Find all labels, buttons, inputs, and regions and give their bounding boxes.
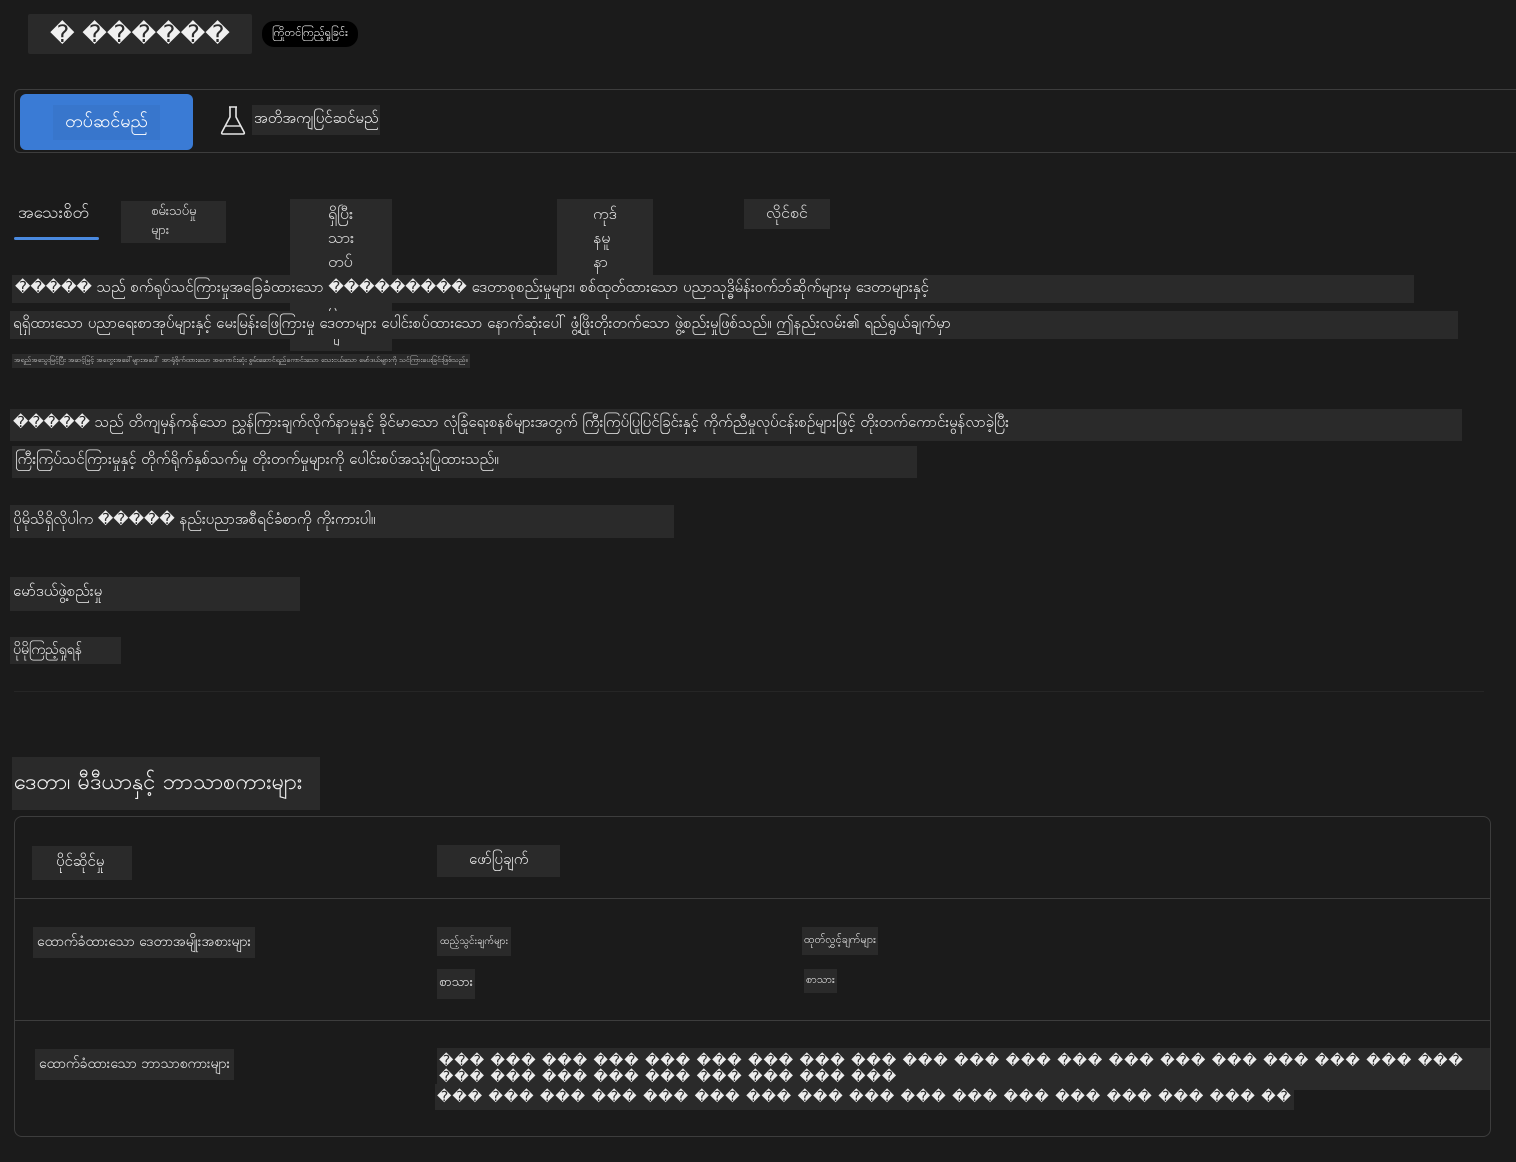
- fine-tune-button-label: အတိအကျပြင်ဆင်မည်: [252, 105, 381, 135]
- overview-line: ����� သည် စက်ရုပ်သင်ကြားမှုအခြေခံထားသော …: [12, 275, 1414, 303]
- tab-experiments[interactable]: စမ်းသပ်မှုများ: [121, 201, 227, 243]
- languages-list: ��� ��� ��� ��� ��� ��� ��� ��� ��� ��� …: [435, 1084, 1294, 1110]
- top-bar: � ������ ကြိုတင်ကြည့်ရှုခြင်း: [28, 14, 358, 54]
- overview-line: အရည်အသွေးမြင့်ပြီး အဆင့်မြင့် အတွေးအခေါ်…: [12, 354, 470, 368]
- column-header-version: ဖော်ပြချက်: [437, 845, 561, 877]
- active-tab-indicator: [14, 237, 99, 240]
- section-divider: [14, 691, 1484, 692]
- table-row: ထောက်ခံထားသော ဘာသာစကားများ ��� ��� ��� �…: [15, 1021, 1490, 1137]
- deploy-button-label: တပ်ဆင်မည်: [53, 104, 160, 140]
- model-page: � ������ ကြိုတင်ကြည့်ရှုခြင်း တပ်ဆင်မည် …: [0, 0, 1516, 1162]
- overview-line: ����� သည် တိကျမှန်ကန်သော ညွှန်ကြားချက်လိ…: [10, 409, 1462, 441]
- column-header-property: ပိုင်ဆိုင်မှု: [32, 846, 133, 880]
- languages-label: ထောက်ခံထားသော ဘာသာစကားများ: [35, 1049, 235, 1080]
- fine-tune-button[interactable]: အတိအကျပြင်ဆင်မည်: [220, 104, 381, 136]
- data-types-label: ထောက်ခံထားသော ဒေတာအမျိုးအစားများ: [33, 927, 256, 958]
- action-bar: တပ်ဆင်မည် အတိအကျပြင်ဆင်မည်: [14, 89, 1516, 153]
- see-more-link[interactable]: ပိုမိုကြည့်ရှုရန်: [10, 637, 121, 664]
- outputs-value: စာသား: [804, 969, 837, 993]
- model-title: � ������: [28, 14, 252, 54]
- inputs-value: စာသား: [437, 969, 475, 999]
- tab-details[interactable]: အသေးစိတ်: [14, 199, 93, 230]
- deploy-button[interactable]: တပ်ဆင်မည်: [20, 94, 193, 150]
- table-row: ထောက်ခံထားသော ဒေတာအမျိုးအစားများ ထည့်သွင…: [15, 899, 1490, 1021]
- inputs-label: ထည့်သွင်းချက်များ: [437, 927, 512, 956]
- overview-line: ရရှိထားသော ပညာရေးစာအုပ်များနှင့် မေးမြန်…: [10, 311, 1458, 339]
- data-media-languages-heading: ဒေတာ၊ မီဒီယာနှင့် ဘာသာစကားများ: [12, 757, 321, 810]
- architecture-label: မော်ဒယ်ဖွဲ့စည်းမှု: [10, 577, 300, 611]
- tab-label: စမ်းသပ်မှုများ: [121, 201, 227, 243]
- preview-badge: ကြိုတင်ကြည့်ရှုခြင်း: [261, 21, 358, 47]
- properties-table: ပိုင်ဆိုင်မှု ဖော်ပြချက် ထောက်ခံထားသော ဒ…: [14, 816, 1491, 1137]
- learn-more-text: ပိုမိုသိရှိလိုပါက ����� နည်းပညာအစီရင်ခံစ…: [10, 505, 674, 538]
- tab-license[interactable]: လိုင်စင်: [744, 199, 830, 229]
- tab-label: လိုင်စင်: [744, 199, 830, 229]
- tab-label: အသေးစိတ်: [18, 203, 90, 223]
- table-header-row: ပိုင်ဆိုင်မှု ဖော်ပြချက်: [15, 817, 1490, 899]
- outputs-label: ထုတ်လွှင့်ချက်များ: [802, 927, 878, 955]
- flask-icon: [220, 104, 246, 136]
- overview-line: ကြီးကြပ်သင်ကြားမှုနှင့် တိုက်ရိုက်နှစ်သက…: [12, 446, 917, 478]
